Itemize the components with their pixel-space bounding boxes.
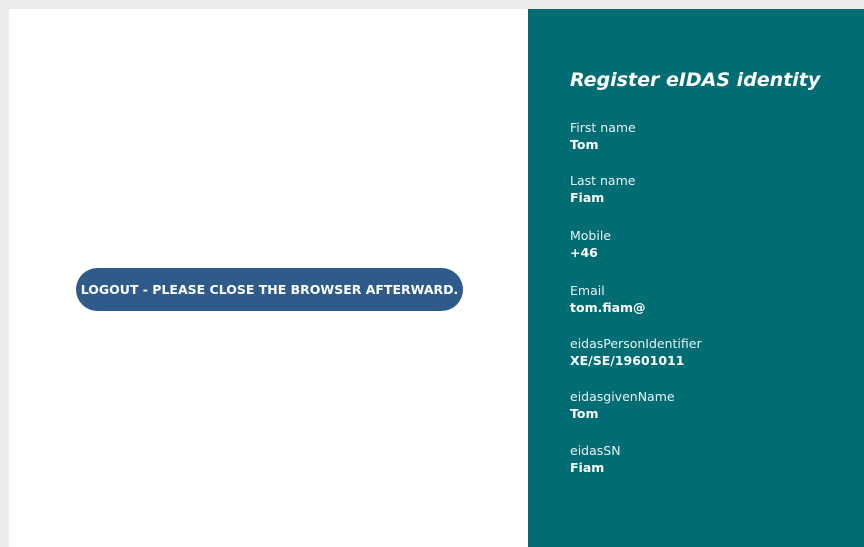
field-value: Fiam: [570, 460, 605, 475]
logout-button[interactable]: LOGOUT - PLEASE CLOSE THE BROWSER AFTERW…: [76, 268, 463, 311]
field-label: eidasSN: [570, 443, 621, 458]
field-eidas-given-name: eidasgivenName Tom: [570, 388, 675, 422]
field-value: +46: [570, 245, 598, 260]
field-label: eidasgivenName: [570, 389, 675, 404]
field-label: Last name: [570, 173, 636, 188]
field-value: Fiam: [570, 190, 605, 205]
field-label: First name: [570, 120, 636, 135]
field-eidas-sn: eidasSN Fiam: [570, 442, 621, 476]
identity-panel: Register eIDAS identity First name Tom L…: [528, 9, 864, 547]
left-frame-border: [0, 9, 9, 547]
field-eidas-person-identifier: eidasPersonIdentifier XE/SE/19601011: [570, 335, 702, 369]
field-label: Mobile: [570, 228, 612, 243]
field-label: Email: [570, 283, 605, 298]
panel-title: Register eIDAS identity: [570, 69, 821, 91]
field-value: XE/SE/19601011: [570, 353, 685, 368]
top-frame-strip: [0, 0, 864, 9]
logout-area: LOGOUT - PLEASE CLOSE THE BROWSER AFTERW…: [9, 9, 528, 547]
field-value: Tom: [570, 406, 599, 421]
field-last-name: Last name Fiam: [570, 172, 635, 206]
field-value: tom.fiam@: [570, 300, 646, 315]
field-value: Tom: [570, 137, 599, 152]
field-mobile: Mobile +46: [570, 227, 611, 261]
field-first-name: First name Tom: [570, 119, 636, 153]
field-label: eidasPersonIdentifier: [570, 336, 702, 351]
field-email: Email tom.fiam@: [570, 282, 646, 316]
